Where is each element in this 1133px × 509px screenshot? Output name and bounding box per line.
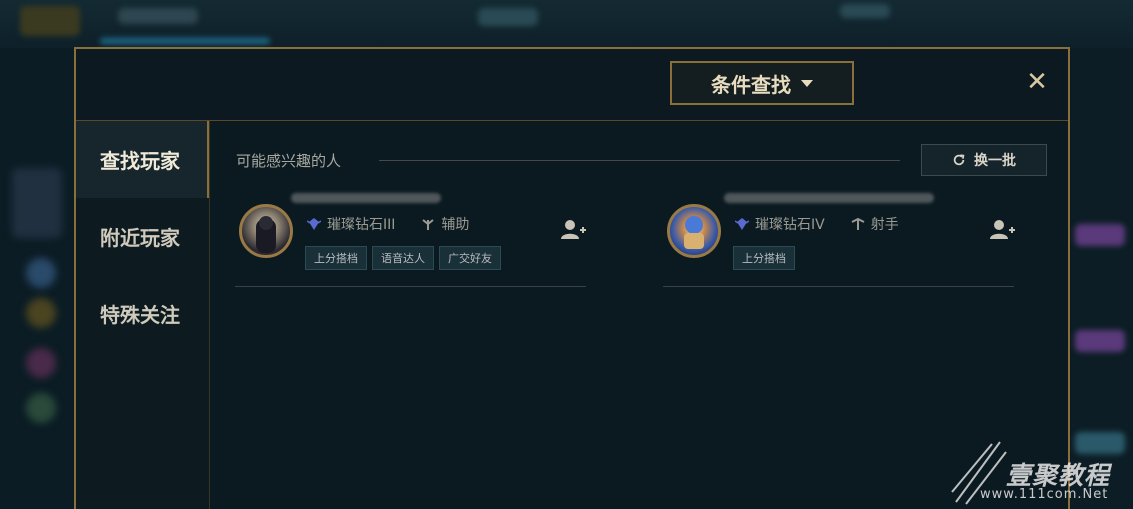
player-name-redacted [291,193,441,203]
player-avatar[interactable] [239,204,293,258]
player-tags: 上分搭档 语音达人 广交好友 [305,246,501,270]
dialog-header: 条件查找 ✕ [76,49,1068,121]
sidebar: 查找玩家 附近玩家 特殊关注 [76,121,210,509]
player-card: 璀璨钻石III 辅助 上分搭档 语音达人 广交好友 [235,193,586,287]
main-content: 可能感兴趣的人 换一批 璀璨钻石III 辅助 上分搭档 语音达人 广交好友 璀璨… [210,121,1068,509]
player-name-redacted [724,193,934,203]
player-tag[interactable]: 广交好友 [439,246,501,270]
watermark-url: www.111com.Net [980,487,1109,502]
refresh-batch-button[interactable]: 换一批 [921,144,1047,176]
refresh-icon [953,154,965,166]
sidebar-item-special-follow[interactable]: 特殊关注 [76,275,209,352]
find-player-dialog: 条件查找 ✕ 查找玩家 附近玩家 特殊关注 可能感兴趣的人 换一批 璀璨钻石II… [74,47,1070,509]
section-divider [379,160,900,161]
player-tag[interactable]: 上分搭档 [733,246,795,270]
sidebar-item-label: 特殊关注 [100,303,180,327]
player-tags: 上分搭档 [733,246,795,270]
support-icon [422,219,435,230]
player-rank: 璀璨钻石IV [755,217,825,233]
background-client-topbar [0,0,1133,48]
condition-search-button[interactable]: 条件查找 [670,61,854,105]
sidebar-item-label: 查找玩家 [100,149,180,173]
player-tag[interactable]: 语音达人 [372,246,434,270]
player-rank-row: 璀璨钻石IV 射手 [735,214,899,234]
player-role: 辅助 [441,217,470,233]
section-title: 可能感兴趣的人 [236,152,342,170]
sidebar-item-find-players[interactable]: 查找玩家 [76,121,209,198]
player-card: 璀璨钻石IV 射手 上分搭档 [663,193,1016,287]
sidebar-item-nearby-players[interactable]: 附近玩家 [76,198,209,275]
player-role: 射手 [870,217,899,233]
diamond-rank-icon [735,218,749,230]
background-client-left [0,48,74,509]
condition-search-label: 条件查找 [711,72,791,97]
player-avatar[interactable] [667,204,721,258]
add-friend-icon[interactable] [990,219,1016,241]
player-rank-row: 璀璨钻石III 辅助 [307,214,469,234]
sidebar-item-label: 附近玩家 [100,226,180,250]
diamond-rank-icon [307,218,321,230]
player-tag[interactable]: 上分搭档 [305,246,367,270]
refresh-label: 换一批 [974,153,1016,169]
add-friend-icon[interactable] [561,219,587,241]
close-button[interactable]: ✕ [1024,69,1050,95]
player-rank: 璀璨钻石III [327,217,396,233]
chevron-down-icon [801,79,813,87]
marksman-icon [851,217,865,230]
